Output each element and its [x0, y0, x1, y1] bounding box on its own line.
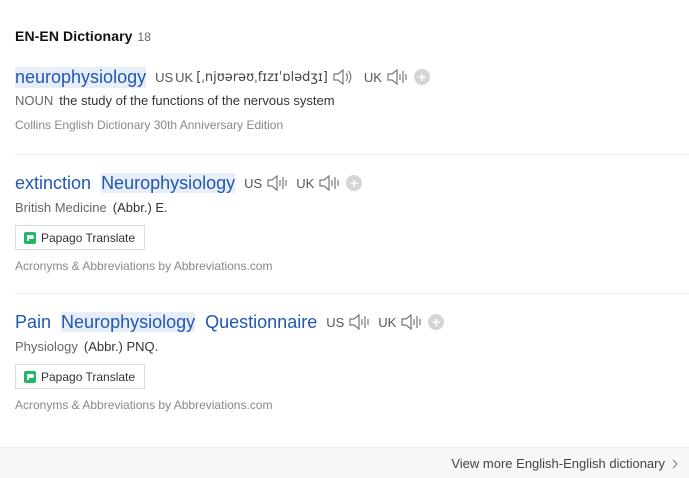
- subject-label: British Medicine: [15, 200, 107, 215]
- papago-translate-button[interactable]: Papago Translate: [15, 364, 146, 389]
- source-label[interactable]: Collins English Dictionary 30th Annivers…: [15, 118, 689, 132]
- speaker-icon[interactable]: [332, 68, 354, 86]
- divider: [15, 293, 689, 294]
- add-to-wordbook-icon[interactable]: +: [428, 314, 445, 330]
- source-label[interactable]: Acronyms & Abbreviations by Abbreviation…: [15, 398, 689, 412]
- view-more-label: View more English-English dictionary: [451, 456, 665, 471]
- subject-label: Physiology: [15, 339, 78, 354]
- phonetic-text: [ˌnjʊərəʊˌfɪzɪˈɒlədʒɪ]: [196, 69, 328, 85]
- headword-part: Pain: [15, 311, 52, 332]
- speaker-icon[interactable]: [318, 174, 340, 192]
- speaker-icon[interactable]: [266, 174, 288, 192]
- section-header: EN-EN Dictionary 18: [15, 28, 151, 44]
- chevron-right-icon: [672, 459, 678, 468]
- add-to-wordbook-icon[interactable]: +: [413, 69, 430, 85]
- entry-neurophysiology: neurophysiology US UK [ˌnjʊərəʊˌfɪzɪˈɒlə…: [15, 65, 689, 132]
- pronunciation: US UK [ˌnjʊərəʊˌfɪzɪˈɒlədʒɪ] UK +: [155, 68, 430, 86]
- papago-translate-button[interactable]: Papago Translate: [15, 225, 146, 250]
- headword-link[interactable]: Pain Neurophysiology Questionnaire: [15, 311, 318, 333]
- speaker-icon[interactable]: [400, 313, 422, 331]
- speaker-icon[interactable]: [386, 68, 408, 86]
- definition: (Abbr.) PNQ.: [83, 339, 159, 354]
- uk-label: UK: [378, 314, 397, 330]
- entry-extinction-neurophysiology: extinction Neurophysiology US UK + Briti…: [15, 171, 689, 273]
- part-of-speech: NOUN: [15, 93, 54, 108]
- headword-link[interactable]: extinction Neurophysiology: [15, 172, 236, 194]
- us-label: US: [244, 175, 263, 191]
- uk-label: UK: [296, 175, 315, 191]
- headword-part: Questionnaire: [205, 311, 318, 332]
- papago-translate-label: Papago Translate: [41, 230, 136, 245]
- headword-highlight: Neurophysiology: [61, 311, 196, 332]
- uk-label: UK: [363, 69, 382, 85]
- speaker-icon[interactable]: [348, 313, 370, 331]
- source-label[interactable]: Acronyms & Abbreviations by Abbreviation…: [15, 259, 689, 273]
- us-label: US: [155, 69, 174, 85]
- entry-pain-neurophysiology-questionnaire: Pain Neurophysiology Questionnaire US UK…: [15, 310, 689, 412]
- papago-icon: [24, 370, 36, 383]
- headword-part: extinction: [15, 172, 92, 193]
- pronunciation: US UK +: [326, 313, 445, 331]
- us-label: US: [326, 314, 345, 330]
- papago-icon: [24, 231, 36, 244]
- pronunciation: US UK +: [244, 174, 363, 192]
- footer-bar: View more English-English dictionary: [0, 447, 689, 478]
- add-to-wordbook-icon[interactable]: +: [346, 175, 363, 191]
- result-count: 18: [137, 30, 151, 44]
- uk-label: UK: [175, 69, 194, 85]
- section-title: EN-EN Dictionary: [15, 28, 133, 44]
- headword-highlight: Neurophysiology: [101, 172, 236, 193]
- definition: (Abbr.) E.: [112, 200, 168, 215]
- headword-link[interactable]: neurophysiology: [15, 66, 147, 88]
- definition: the study of the functions of the nervou…: [59, 93, 335, 108]
- view-more-link[interactable]: View more English-English dictionary: [451, 456, 679, 471]
- papago-translate-label: Papago Translate: [41, 369, 136, 384]
- divider: [15, 154, 689, 155]
